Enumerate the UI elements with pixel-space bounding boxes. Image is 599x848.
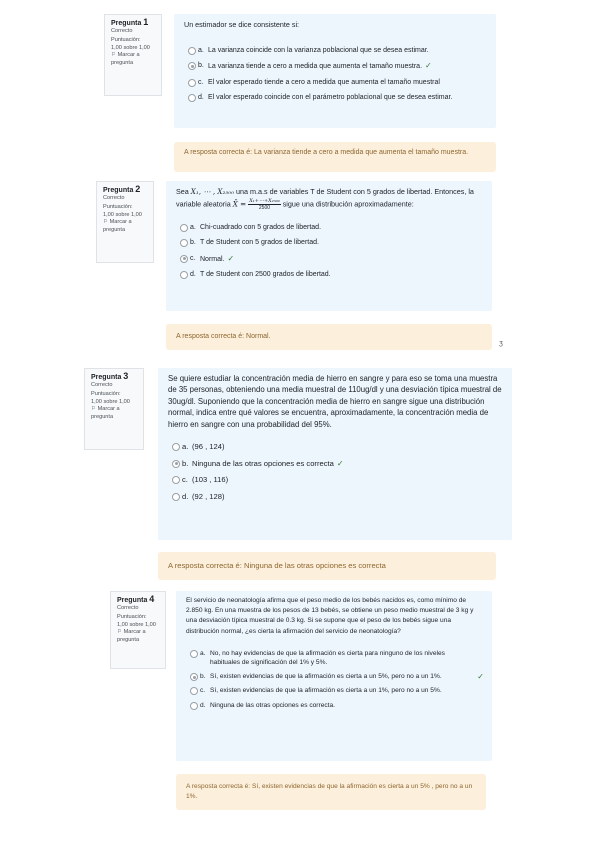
radio-button[interactable] bbox=[180, 223, 188, 232]
radio-button[interactable] bbox=[190, 687, 198, 696]
question-text: Sea X₁, ⋯ , X₂₅₀₀ una m.a.s de variables… bbox=[176, 187, 474, 211]
flag-question-link[interactable]: ⚐ Marcar a pregunta bbox=[117, 629, 159, 644]
flag-icon: ⚐ bbox=[91, 406, 97, 413]
radio-button-checked[interactable] bbox=[190, 673, 198, 682]
answer-options: a. (96 , 124) b. Ninguna de las otras opci… bbox=[168, 442, 502, 501]
question-title: Pregunta 4 bbox=[117, 594, 155, 605]
flag-question-link[interactable]: ⚐ Marcar a pregunta bbox=[103, 219, 147, 234]
flag-icon: ⚐ bbox=[103, 219, 109, 226]
answer-option-a[interactable]: a. (96 , 124) bbox=[168, 442, 502, 452]
question-info-1: Pregunta 1 Correcto Puntuación: 1,00 sob… bbox=[104, 14, 162, 96]
question-content-4: El servicio de neonatología afirma que e… bbox=[176, 591, 492, 761]
score-label: Puntuación: bbox=[103, 204, 133, 211]
score-label: Puntuación: bbox=[111, 37, 141, 44]
answer-option-b[interactable]: b. Ninguna de las otras opciones es corre… bbox=[168, 459, 502, 469]
answer-option-a[interactable]: a. Chi-cuadrado con 5 grados de libertad. bbox=[176, 223, 482, 233]
answer-option-d[interactable]: d. El valor esperado coincide con el pará… bbox=[184, 93, 486, 103]
question-state: Correcto bbox=[91, 381, 113, 388]
flag-icon: ⚐ bbox=[111, 52, 117, 59]
math-sample: X₁, ⋯ , X₂₅₀₀ bbox=[190, 187, 235, 196]
question-title: Pregunta 1 bbox=[111, 17, 149, 28]
question-text: Un estimador se dice consistente si: bbox=[184, 20, 300, 29]
question-title: Pregunta 2 bbox=[103, 184, 141, 195]
math-fraction: X₁+⋯+X₂₅₀₀ 2500 bbox=[248, 197, 281, 211]
answer-option-c[interactable]: c. Sí, existen evidencias de que la afirm… bbox=[186, 686, 482, 696]
radio-button[interactable] bbox=[188, 46, 196, 55]
flag-icon: ⚐ bbox=[117, 629, 123, 636]
correct-answer-feedback: A resposta correcta é: Normal. bbox=[166, 324, 492, 350]
radio-button-checked[interactable] bbox=[188, 62, 196, 71]
answer-option-b[interactable]: b. La varianza tiende a cero a medida que… bbox=[184, 61, 486, 72]
answer-option-d[interactable]: d. T de Student con 2500 grados de libert… bbox=[176, 270, 482, 280]
check-icon: ✓ bbox=[425, 61, 432, 71]
answer-option-b[interactable]: b. Sí, existen evidencias de que la afirm… bbox=[186, 672, 484, 682]
radio-button-checked[interactable] bbox=[180, 254, 188, 263]
radio-button[interactable] bbox=[172, 476, 180, 485]
question-content-2: Sea X₁, ⋯ , X₂₅₀₀ una m.a.s de variables… bbox=[166, 181, 492, 311]
answer-option-d[interactable]: d. Ninguna de las otras opciones es corre… bbox=[186, 701, 482, 710]
question-content-3: Se quiere estudiar la concentración medi… bbox=[158, 368, 512, 540]
answer-options: a. No, no hay evidencias de que la afirma… bbox=[186, 649, 484, 710]
question-state: Correcto bbox=[111, 27, 133, 34]
question-state: Correcto bbox=[117, 604, 139, 611]
answer-option-a[interactable]: a. La varianza coincide con la varianza p… bbox=[184, 46, 486, 56]
check-icon: ✓ bbox=[477, 672, 484, 682]
radio-button[interactable] bbox=[188, 78, 196, 87]
question-text: El servicio de neonatología afirma que e… bbox=[186, 597, 474, 635]
answer-options: a. La varianza coincide con la varianza p… bbox=[184, 46, 486, 103]
side-glyph: ʒ bbox=[499, 340, 503, 347]
question-info-4: Pregunta 4 Correcto Puntuación: 1,00 sob… bbox=[110, 591, 166, 669]
math-mean: X̄ = bbox=[232, 199, 247, 208]
radio-button[interactable] bbox=[172, 443, 180, 452]
radio-button[interactable] bbox=[190, 701, 198, 710]
radio-button-checked[interactable] bbox=[172, 459, 180, 468]
question-title: Pregunta 3 bbox=[91, 371, 129, 382]
answer-option-b[interactable]: b. T de Student con 5 grados de libertad. bbox=[176, 238, 482, 248]
check-icon: ✓ bbox=[227, 253, 235, 263]
answer-option-a[interactable]: a. No, no hay evidencias de que la afirma… bbox=[186, 649, 482, 667]
question-text: Se quiere estudiar la concentración medi… bbox=[168, 374, 502, 429]
correct-answer-feedback: A resposta correcta é: Sí, existen evide… bbox=[176, 774, 486, 810]
check-icon: ✓ bbox=[336, 458, 344, 468]
radio-button[interactable] bbox=[172, 492, 180, 501]
flag-question-link[interactable]: ⚐ Marcar a pregunta bbox=[111, 52, 155, 67]
answer-option-c[interactable]: c. (103 , 116) bbox=[168, 475, 502, 485]
correct-answer-feedback: A resposta correcta é: Ninguna de las ot… bbox=[158, 552, 496, 580]
question-content-1: Un estimador se dice consistente si: a. L… bbox=[174, 14, 496, 128]
question-info-2: Pregunta 2 Correcto Puntuación: 1,00 sob… bbox=[96, 181, 154, 263]
score-label: Puntuación: bbox=[91, 391, 121, 398]
answer-option-c[interactable]: c. El valor esperado tiende a cero a medi… bbox=[184, 78, 486, 88]
flag-question-link[interactable]: ⚐ Marcar a pregunta bbox=[91, 406, 137, 421]
radio-button[interactable] bbox=[188, 94, 196, 103]
question-info-3: Pregunta 3 Correcto Puntuación: 1,00 sob… bbox=[84, 368, 144, 450]
correct-answer-feedback: A resposta correcta é: La varianza tiend… bbox=[174, 142, 496, 172]
score-label: Puntuación: bbox=[117, 614, 147, 621]
radio-button[interactable] bbox=[180, 271, 188, 280]
answer-option-d[interactable]: d. (92 , 128) bbox=[168, 492, 502, 502]
question-state: Correcto bbox=[103, 194, 125, 201]
answer-options: a. Chi-cuadrado con 5 grados de libertad.… bbox=[176, 223, 482, 280]
radio-button[interactable] bbox=[180, 239, 188, 248]
answer-option-c[interactable]: c. Normal. ✓ bbox=[176, 254, 482, 265]
radio-button[interactable] bbox=[190, 649, 198, 658]
